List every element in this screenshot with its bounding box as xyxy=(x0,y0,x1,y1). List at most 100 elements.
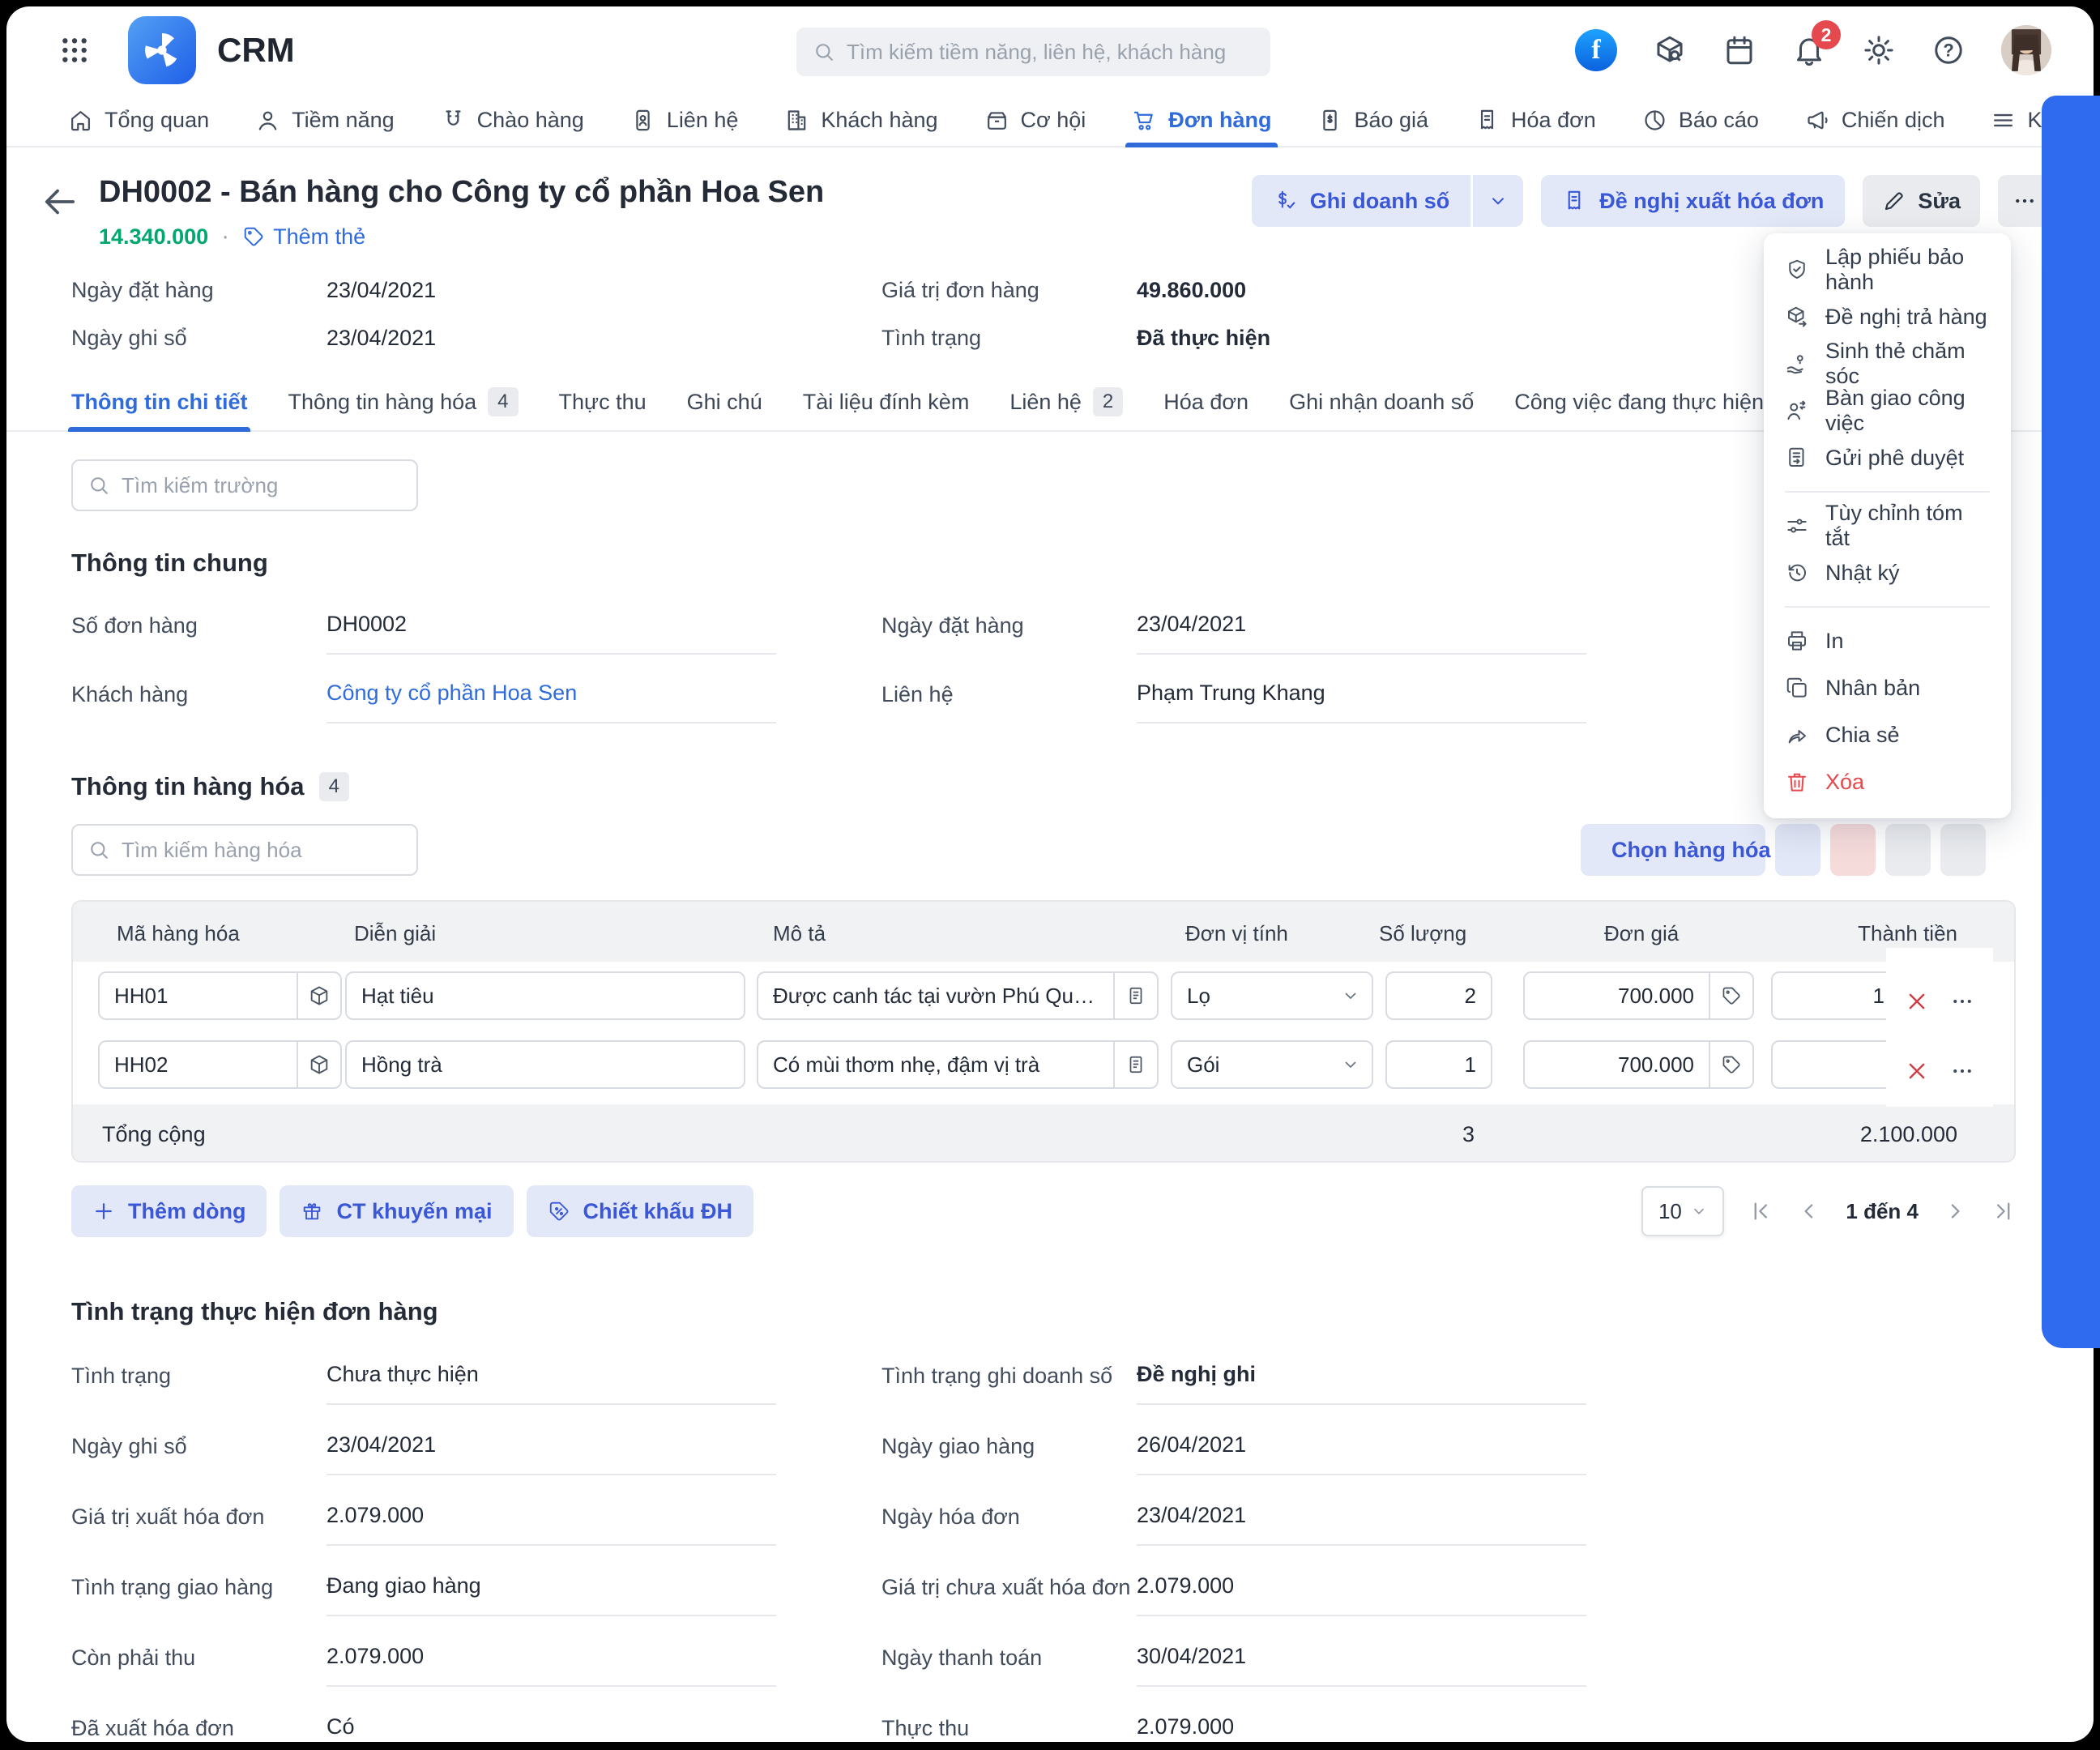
menu-divider xyxy=(1785,491,1990,493)
nav-item-chao-hang[interactable]: Chào hàng xyxy=(441,94,584,146)
next-page-button[interactable] xyxy=(1943,1199,1967,1223)
record-sales-button[interactable]: Ghi doanh số xyxy=(1252,175,1471,227)
menu-divider xyxy=(1785,606,1990,608)
request-invoice-button[interactable]: Đề nghị xuất hóa đơn xyxy=(1541,175,1845,227)
nav-item-lien-he[interactable]: Liên hệ xyxy=(630,94,739,146)
note-icon[interactable] xyxy=(1113,973,1157,1018)
select-product-button[interactable]: Chọn hàng hóa xyxy=(1581,824,1765,876)
chevron-down-icon xyxy=(1690,1202,1708,1220)
order-discount-button[interactable]: Chiết khấu ĐH xyxy=(527,1185,754,1237)
field-ngay-dat-hang: Ngày đặt hàng 23/04/2021 xyxy=(881,612,1586,655)
unit-price-input[interactable]: 700.000 xyxy=(1523,1040,1754,1089)
field-tinh-trang-giao-hang: Tình trạng giao hàngĐang giao hàng xyxy=(71,1573,776,1616)
notifications-bell-icon[interactable]: 2 xyxy=(1792,33,1826,67)
settings-gear-icon[interactable] xyxy=(1862,33,1896,67)
product-search-input[interactable]: Tìm kiếm hàng hóa xyxy=(71,824,418,876)
delete-rows-button[interactable] xyxy=(1830,824,1876,876)
menu-item-in[interactable]: In xyxy=(1764,617,2011,664)
quantity-input[interactable]: 1 xyxy=(1385,1040,1492,1089)
customer-link[interactable]: Công ty cổ phần Hoa Sen xyxy=(327,681,776,723)
tab-tai-lieu-dinh-kem[interactable]: Tài liệu đính kèm xyxy=(803,373,970,430)
tag-icon xyxy=(242,225,265,248)
toolbar-extra-button[interactable] xyxy=(1775,824,1820,876)
opportunity-bag-icon xyxy=(984,108,1009,133)
chevron-down-icon xyxy=(1488,190,1509,211)
search-icon xyxy=(88,839,110,861)
user-avatar[interactable] xyxy=(2001,25,2051,75)
quantity-input[interactable]: 2 xyxy=(1385,971,1492,1020)
price-tag-icon[interactable] xyxy=(1709,1042,1752,1087)
help-icon[interactable]: ? xyxy=(1931,33,1966,67)
menu-item-sinh-the-cham-soc[interactable]: Sinh thẻ chăm sóc xyxy=(1764,340,2011,387)
nav-item-bao-gia[interactable]: Báo giá xyxy=(1317,94,1428,146)
nav-item-tong-quan[interactable]: Tổng quan xyxy=(68,94,209,146)
remove-row-icon[interactable] xyxy=(1905,1059,1929,1083)
product-name-input[interactable]: Hạt tiêu xyxy=(345,971,745,1020)
add-row-button[interactable]: Thêm dòng xyxy=(71,1185,267,1237)
facebook-icon[interactable]: f xyxy=(1575,29,1617,71)
status-fields: Tình trạngChưa thực hiện Ngày ghi sổ23/0… xyxy=(71,1362,1586,1742)
nav-item-khach-hang[interactable]: Khách hàng xyxy=(784,94,937,146)
tab-thuc-thu[interactable]: Thực thu xyxy=(559,373,647,430)
row-more-icon[interactable] xyxy=(1950,989,1974,1014)
remove-row-icon[interactable] xyxy=(1905,989,1929,1014)
back-arrow-icon[interactable] xyxy=(41,183,78,220)
menu-item-de-nghi-tra-hang[interactable]: Đề nghị trả hàng xyxy=(1764,293,2011,340)
toolbar-extra-button[interactable] xyxy=(1940,824,1986,876)
unit-select[interactable]: Gói xyxy=(1171,1040,1373,1089)
menu-item-tuy-chinh-tom-tat[interactable]: Tùy chỉnh tóm tắt xyxy=(1764,502,2011,549)
package-icon[interactable] xyxy=(297,973,340,1018)
crm-logo-icon[interactable] xyxy=(128,16,196,84)
tab-ghi-nhan-doanh-so[interactable]: Ghi nhận doanh số xyxy=(1289,373,1474,430)
menu-item-ban-giao-cong-viec[interactable]: Bàn giao công việc xyxy=(1764,387,2011,434)
product-description-input[interactable]: Có mùi thơm nhẹ, đậm vị trà xyxy=(757,1040,1159,1089)
nav-item-don-hang[interactable]: Đơn hàng xyxy=(1132,94,1271,146)
menu-item-chia-se[interactable]: Chia sẻ xyxy=(1764,711,2011,758)
record-sales-dropdown-button[interactable] xyxy=(1473,175,1523,227)
nav-item-hoa-don[interactable]: Hóa đơn xyxy=(1475,94,1596,146)
app-grid-icon[interactable] xyxy=(58,34,91,66)
product-description-input[interactable]: Được canh tác tại vườn Phú Quốc, với... xyxy=(757,971,1159,1020)
page-size-select[interactable]: 10 xyxy=(1641,1186,1724,1236)
product-search-icon[interactable] xyxy=(1653,33,1687,67)
send-approval-icon xyxy=(1785,446,1809,470)
pagination: 10 1 đến 4 xyxy=(1641,1186,2016,1236)
prev-page-button[interactable] xyxy=(1797,1199,1821,1223)
product-code-input[interactable]: HH02 xyxy=(98,1040,342,1089)
calendar-icon[interactable] xyxy=(1722,33,1756,67)
nav-item-bao-cao[interactable]: Báo cáo xyxy=(1642,94,1759,146)
menu-item-nhan-ban[interactable]: Nhân bản xyxy=(1764,664,2011,711)
product-code-input[interactable]: HH01 xyxy=(98,971,342,1020)
menu-item-lap-phieu-bao-hanh[interactable]: Lập phiếu bảo hành xyxy=(1764,246,2011,293)
tab-thong-tin-hang-hoa[interactable]: Thông tin hàng hóa4 xyxy=(288,373,518,430)
first-page-button[interactable] xyxy=(1748,1199,1773,1223)
tab-hoa-don[interactable]: Hóa đơn xyxy=(1163,373,1248,430)
unit-price-input[interactable]: 700.000 xyxy=(1523,971,1754,1020)
tab-ghi-chu[interactable]: Ghi chú xyxy=(687,373,762,430)
menu-item-nhat-ky[interactable]: Nhật ký xyxy=(1764,549,2011,596)
add-tag-button[interactable]: Thêm thẻ xyxy=(242,224,365,250)
package-icon[interactable] xyxy=(297,1042,340,1087)
price-tag-icon[interactable] xyxy=(1709,973,1752,1018)
unit-select[interactable]: Lọ xyxy=(1171,971,1373,1020)
tab-thong-tin-chi-tiet[interactable]: Thông tin chi tiết xyxy=(71,373,247,430)
edit-button[interactable]: Sửa xyxy=(1863,175,1980,227)
note-icon[interactable] xyxy=(1113,1042,1157,1087)
tab-cong-viec-dang-thuc-hien[interactable]: Công việc đang thực hiện xyxy=(1514,373,1764,430)
product-name-input[interactable]: Hồng trà xyxy=(345,1040,745,1089)
field-tinh-trang: Tình trạngChưa thực hiện xyxy=(71,1362,776,1405)
last-page-button[interactable] xyxy=(1991,1199,2016,1223)
nav-item-chien-dich[interactable]: Chiến dịch xyxy=(1805,94,1945,146)
nav-item-co-hoi[interactable]: Cơ hội xyxy=(984,94,1086,146)
promotion-button[interactable]: CT khuyến mại xyxy=(280,1185,513,1237)
menu-item-xoa[interactable]: Xóa xyxy=(1764,758,2011,805)
toolbar-extra-button[interactable] xyxy=(1885,824,1931,876)
gift-icon xyxy=(301,1200,323,1223)
global-search-input[interactable]: Tìm kiếm tiềm năng, liên hệ, khách hàng xyxy=(796,28,1270,76)
menu-item-gui-phe-duyet[interactable]: Gửi phê duyệt xyxy=(1764,434,2011,481)
nav-item-tiem-nang[interactable]: Tiềm năng xyxy=(255,94,395,146)
tab-lien-he[interactable]: Liên hệ2 xyxy=(1009,373,1123,430)
summary-field: Giá trị đơn hàng 49.860.000 xyxy=(881,278,1586,303)
field-search-input[interactable]: Tìm kiếm trường xyxy=(71,459,418,511)
row-more-icon[interactable] xyxy=(1950,1059,1974,1083)
